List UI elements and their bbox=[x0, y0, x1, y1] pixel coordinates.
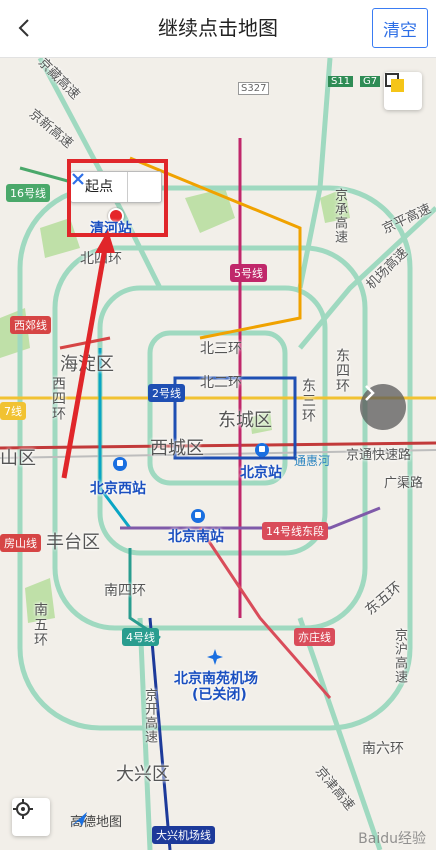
clear-button[interactable]: 清空 bbox=[372, 8, 428, 48]
locate-button[interactable] bbox=[12, 798, 50, 836]
layers-icon bbox=[385, 73, 404, 92]
chevron-right-icon bbox=[365, 385, 375, 401]
header-bar: 继续点击地图 清空 bbox=[0, 0, 436, 58]
back-button[interactable] bbox=[8, 10, 42, 46]
annotation-arrow bbox=[61, 230, 115, 479]
page-title: 继续点击地图 bbox=[158, 16, 278, 40]
next-arrow-button[interactable] bbox=[360, 384, 406, 430]
layer-button[interactable] bbox=[384, 72, 422, 110]
map-canvas[interactable]: S327 G7 S11 京藏高速 京新高速 京承高速 京平高速 机场高速 京通快… bbox=[0, 58, 436, 850]
chevron-left-icon bbox=[18, 19, 29, 37]
logo-arrow-icon bbox=[71, 812, 87, 826]
watermark: Baidu经验 bbox=[358, 831, 426, 847]
amap-logo: 高德地图 bbox=[70, 811, 122, 830]
crosshair-icon bbox=[13, 799, 33, 819]
